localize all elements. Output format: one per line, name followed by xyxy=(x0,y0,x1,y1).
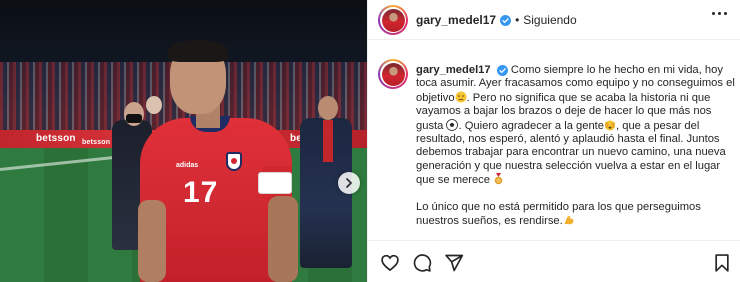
heart-icon[interactable] xyxy=(380,253,400,273)
captain-armband xyxy=(258,172,292,194)
background-player-head xyxy=(318,96,338,120)
post-caption: gary_medel17 Como siempre lo he hecho en… xyxy=(416,64,736,241)
lanyard xyxy=(323,120,333,162)
next-image-button[interactable] xyxy=(338,172,360,194)
jersey-brand: adidas xyxy=(176,162,199,169)
chevron-right-icon xyxy=(346,178,353,188)
avatar[interactable] xyxy=(378,59,408,89)
comment-icon[interactable] xyxy=(412,253,432,273)
action-bar xyxy=(368,240,740,282)
caption-text: . Quiero agradecer a la gente xyxy=(458,119,605,132)
verified-badge-icon xyxy=(496,64,508,76)
player-arm xyxy=(138,200,166,282)
caption-username[interactable]: gary_medel17 xyxy=(416,64,491,76)
avatar[interactable] xyxy=(378,5,408,35)
ad-board-text: betsson xyxy=(36,133,76,144)
post-image[interactable]: betsson betsson betsson adidas 17 xyxy=(0,0,367,282)
sad-face-emoji-icon xyxy=(455,91,467,103)
username-link[interactable]: gary_medel17 xyxy=(416,13,496,27)
hands-emoji-icon xyxy=(605,120,616,131)
paper-plane-icon[interactable] xyxy=(444,253,464,273)
background-person-head xyxy=(146,96,162,114)
soccer-ball-icon xyxy=(446,118,459,131)
flexed-biceps-icon xyxy=(564,216,574,225)
bookmark-icon[interactable] xyxy=(712,253,732,273)
verified-badge-icon xyxy=(500,14,512,26)
post-header: gary_medel17 • Siguiendo xyxy=(368,0,740,40)
jersey-number: 17 xyxy=(183,176,219,209)
face-mask xyxy=(126,114,142,123)
player-arm xyxy=(268,196,298,282)
medal-icon xyxy=(494,173,503,185)
caption-text: Lo único que no está permitido para los … xyxy=(416,200,701,228)
player-hair xyxy=(168,40,228,62)
post-panel: gary_medel17 • Siguiendo gary_medel17 Co… xyxy=(367,0,740,282)
chile-crest-icon xyxy=(226,152,242,171)
ad-board-text: betsson xyxy=(82,139,111,146)
following-button[interactable]: Siguiendo xyxy=(523,13,576,27)
separator-dot: • xyxy=(515,13,520,27)
more-options-icon[interactable] xyxy=(712,12,727,15)
